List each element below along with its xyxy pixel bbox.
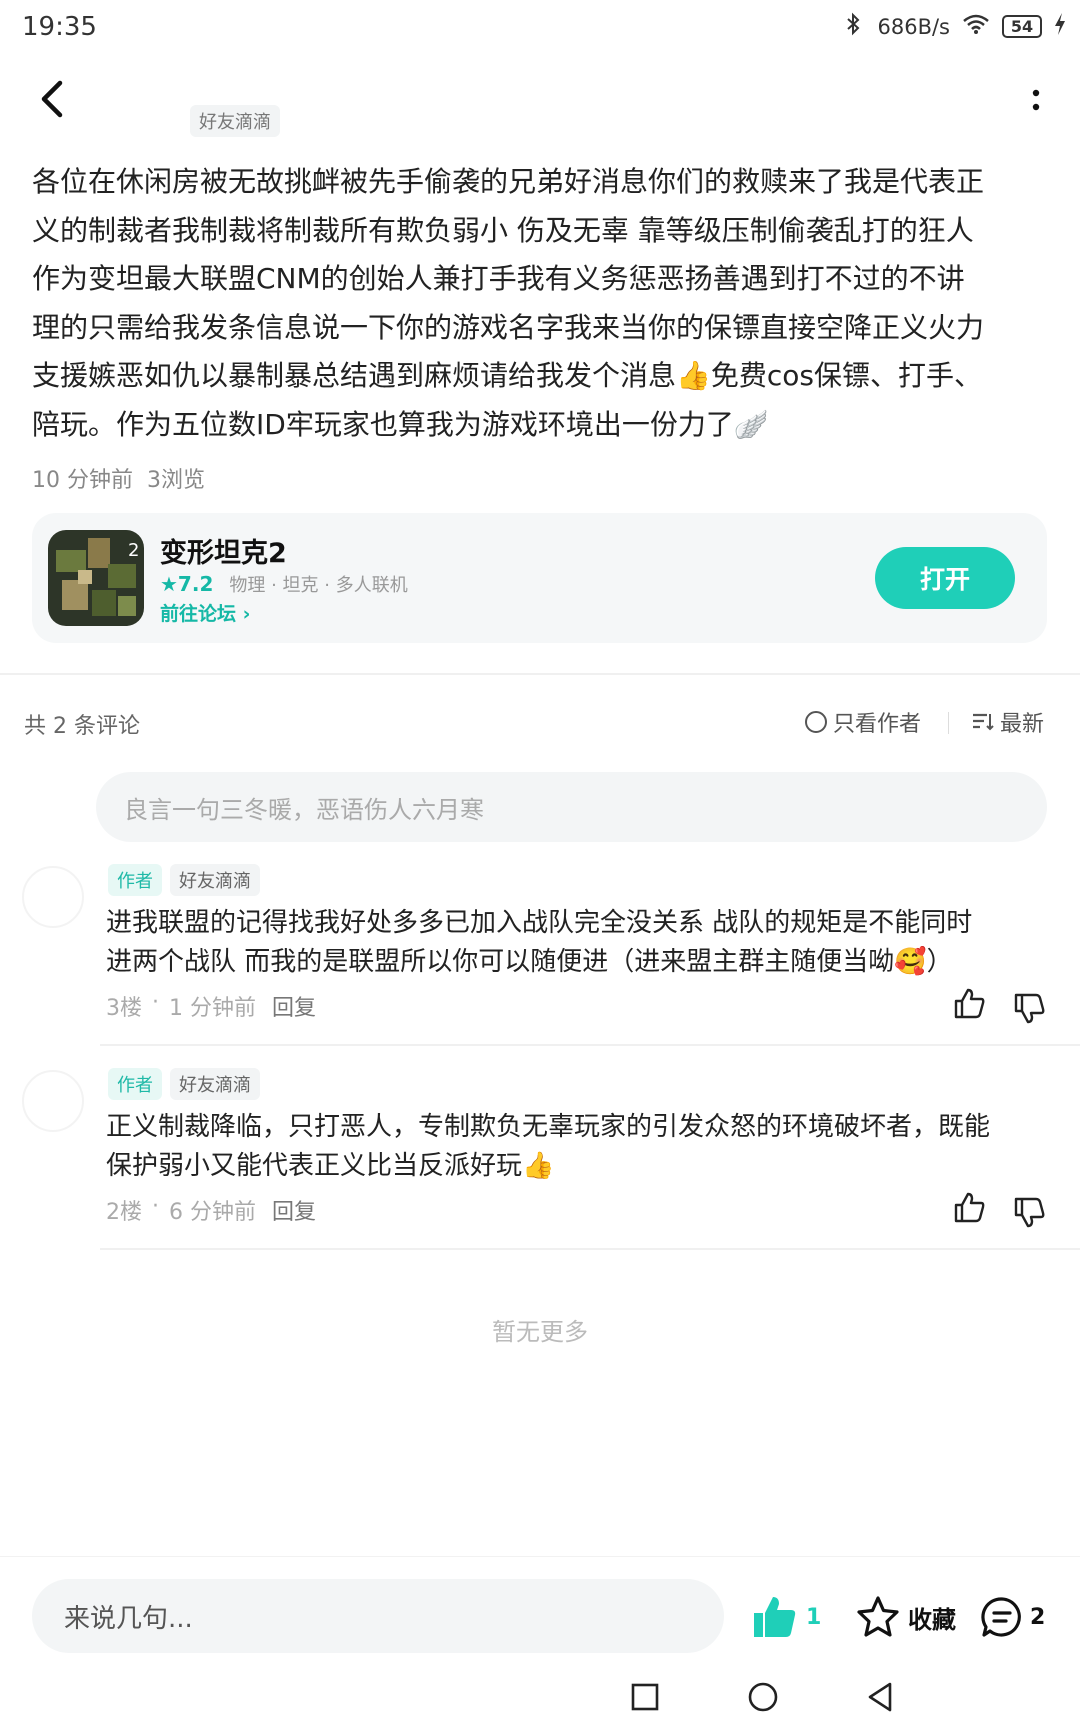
status-indicators: 686B/s 54 <box>843 12 1066 41</box>
comment-meta: 3楼 · 1 分钟前 回复 <box>106 990 316 1022</box>
comment-time: 6 分钟前 <box>169 1200 256 1225</box>
svg-text:2: 2 <box>128 540 139 561</box>
like-button[interactable] <box>952 986 988 1022</box>
comment-divider <box>100 1248 1080 1250</box>
comment-text: 进我联盟的记得找我好处多多已加入战队完全没关系 战队的规矩是不能同时 进两个战队… <box>106 904 1056 982</box>
sort-icon <box>973 713 994 731</box>
more-vertical-icon <box>1032 89 1040 111</box>
back-arrow-icon <box>41 80 63 118</box>
sort-divider <box>948 712 949 734</box>
post-detail-page: 19:35 686B/s 54 好友滴滴 各位在休闲房被无故挑衅被先手偷袭的兄弟… <box>0 0 1080 1728</box>
game-rating: ★7.2 <box>160 572 214 596</box>
more-button[interactable] <box>1016 80 1056 120</box>
dislike-button[interactable] <box>1012 1194 1048 1230</box>
radio-icon <box>805 711 827 733</box>
thumb-up-icon <box>954 988 985 1019</box>
bottom-action-bar: 来说几句... 1 收藏 2 <box>0 1556 1080 1656</box>
meta-separator: · <box>152 990 159 1015</box>
post-line: 义的制裁者我制裁将制裁所有欺负弱小 伤及无辜 靠等级压制偷袭乱打的狂人 <box>32 213 974 247</box>
star-icon <box>857 1596 899 1637</box>
meta-separator: · <box>152 1194 159 1219</box>
author-only-label: 只看作者 <box>833 712 922 737</box>
game-card[interactable]: 2 变形坦克2 ★7.2 物理 · 坦克 · 多人联机 前往论坛 › 打开 <box>32 513 1047 643</box>
home-button[interactable] <box>746 1680 780 1714</box>
author-badge: 作者 <box>108 864 162 896</box>
author-only-toggle[interactable]: 只看作者 <box>805 706 921 738</box>
triangle-back-nav-icon <box>868 1682 892 1712</box>
comment-line: 进我联盟的记得找我好处多多已加入战队完全没关系 战队的规矩是不能同时 <box>106 908 973 938</box>
game-icon: 2 <box>48 530 144 626</box>
comment-line: 保护弱小又能代表正义比当反派好玩👍 <box>106 1151 555 1181</box>
status-time: 19:35 <box>22 12 97 42</box>
section-divider <box>0 673 1080 675</box>
comment-meta: 2楼 · 6 分钟前 回复 <box>106 1194 316 1226</box>
game-info-row: ★7.2 物理 · 坦克 · 多人联机 <box>160 571 408 597</box>
comment-floor: 2楼 <box>106 1200 142 1225</box>
no-more-label: 暂无更多 <box>492 1318 588 1346</box>
sort-button[interactable]: 最新 <box>970 706 1044 738</box>
comment-divider <box>100 1044 1080 1046</box>
post-line: 各位在休闲房被无故挑衅被先手偷袭的兄弟好消息你们的救赎来了我是代表正 <box>32 165 985 198</box>
square-nav-icon <box>631 1683 659 1711</box>
game-name: 变形坦克2 <box>160 538 287 569</box>
wifi-icon <box>962 13 990 40</box>
forum-link[interactable]: 前往论坛 › <box>160 599 250 626</box>
reply-button[interactable]: 回复 <box>272 990 316 1022</box>
game-tags: 物理 · 坦克 · 多人联机 <box>229 575 408 596</box>
system-nav-bar <box>0 1666 1080 1728</box>
post-body: 各位在休闲房被无故挑衅被先手偷袭的兄弟好消息你们的救赎来了我是代表正 义的制裁者… <box>32 158 1052 449</box>
comment-line: 正义制裁降临，只打恶人，专制欺负无辜玩家的引发众怒的环境破坏者，既能 <box>106 1112 991 1142</box>
circle-nav-icon <box>748 1682 778 1712</box>
thumb-down-icon <box>1014 993 1045 1024</box>
author-name-tag[interactable]: 好友滴滴 <box>190 105 280 137</box>
post-line: 作为变坦最大联盟CNM的创始人兼打手我有义务惩恶扬善遇到打不过的不讲 <box>32 262 965 295</box>
sort-label: 最新 <box>1000 712 1045 737</box>
like-button[interactable] <box>952 1190 988 1226</box>
post-meta: 10 分钟前 3浏览 <box>32 462 205 494</box>
dislike-button[interactable] <box>1012 990 1048 1026</box>
comments-button[interactable]: 2 <box>980 1595 1045 1639</box>
back-button[interactable] <box>30 75 78 123</box>
favorite-button[interactable]: 收藏 <box>856 1595 956 1639</box>
net-speed: 686B/s <box>877 14 950 39</box>
comment-tags: 作者 好友滴滴 <box>108 864 260 896</box>
comment-bubble-icon <box>981 1597 1021 1637</box>
charging-icon <box>1054 13 1066 40</box>
status-bar: 19:35 686B/s 54 <box>0 0 1080 56</box>
battery-indicator: 54 <box>1002 15 1042 38</box>
comment-input[interactable]: 良言一句三冬暖，恶语伤人六月寒 <box>96 772 1047 842</box>
back-nav-button[interactable] <box>864 1680 898 1714</box>
thumb-up-icon <box>754 1597 796 1637</box>
post-line: 支援嫉恶如仇以暴制暴总结遇到麻烦请给我发个消息👍免费cos保镖、打手、 <box>32 359 982 392</box>
open-game-button[interactable]: 打开 <box>875 547 1015 609</box>
post-like-button[interactable]: 1 <box>752 1595 821 1639</box>
avatar[interactable] <box>22 866 84 928</box>
post-views: 3浏览 <box>147 468 205 493</box>
comment-text: 正义制裁降临，只打恶人，专制欺负无辜玩家的引发众怒的环境破坏者，既能 保护弱小又… <box>106 1108 1056 1186</box>
comment-line: 进两个战队 而我的是联盟所以你可以随便进（进来盟主群主随便当呦🥰） <box>106 947 953 977</box>
bluetooth-icon <box>843 12 865 41</box>
comment-time: 1 分钟前 <box>169 996 256 1021</box>
thumb-down-icon <box>1014 1197 1045 1228</box>
commenter-name[interactable]: 好友滴滴 <box>170 1068 260 1100</box>
author-badge: 作者 <box>108 1068 162 1100</box>
comment-count: 2 <box>1030 1604 1046 1630</box>
reply-button[interactable]: 回复 <box>272 1194 316 1226</box>
recents-button[interactable] <box>628 1680 662 1714</box>
avatar[interactable] <box>22 1070 84 1132</box>
post-line: 陪玩。作为五位数ID牢玩家也算我为游戏环境出一份力了🪽 <box>32 407 769 441</box>
comments-count: 共 2 条评论 <box>24 714 140 739</box>
favorite-label: 收藏 <box>908 1605 956 1634</box>
thumb-up-icon <box>954 1192 985 1223</box>
top-nav: 好友滴滴 <box>0 60 1080 140</box>
reply-input[interactable]: 来说几句... <box>32 1579 724 1653</box>
comment-tags: 作者 好友滴滴 <box>108 1068 260 1100</box>
like-count: 1 <box>806 1604 822 1630</box>
comment-floor: 3楼 <box>106 996 142 1021</box>
post-time: 10 分钟前 <box>32 468 133 493</box>
commenter-name[interactable]: 好友滴滴 <box>170 864 260 896</box>
post-line: 理的只需给我发条信息说一下你的游戏名字我来当你的保镖直接空降正义火力 <box>32 310 985 344</box>
